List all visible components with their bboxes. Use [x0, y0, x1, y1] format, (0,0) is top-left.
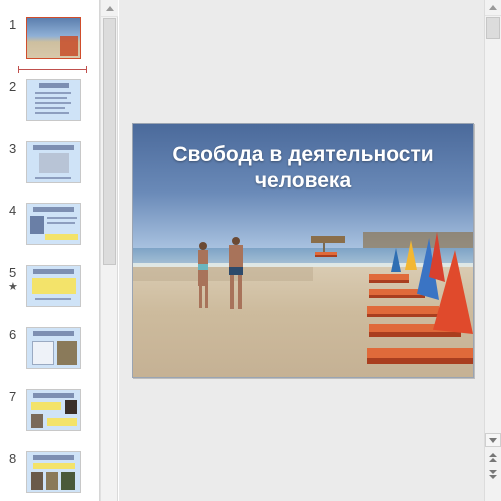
- lounger: [367, 306, 439, 317]
- thumb-title: [33, 207, 74, 212]
- person-swimsuit: [229, 267, 243, 275]
- thumb-title: [33, 331, 74, 336]
- person-head: [199, 242, 207, 250]
- previous-slide-button[interactable]: [485, 452, 501, 466]
- insertion-marker: [18, 66, 87, 73]
- slide-photo-wet-sand: [133, 267, 313, 281]
- slide-thumbnail-row-8[interactable]: 8: [0, 451, 100, 501]
- slide-thumbnail-5[interactable]: [26, 265, 81, 307]
- thumb-title: [33, 455, 74, 460]
- thumb-line: [35, 102, 71, 104]
- thumb-line: [35, 112, 69, 114]
- current-slide[interactable]: Свобода в деятельности человека: [132, 123, 474, 378]
- lounger: [369, 274, 409, 283]
- thumbnail-photo: [60, 36, 78, 56]
- person-swimsuit: [198, 264, 208, 270]
- chevron-up-icon[interactable]: [485, 0, 501, 16]
- thumb-highlight: [47, 418, 77, 426]
- person-body: [229, 245, 243, 269]
- thumb-highlight: [32, 278, 76, 294]
- slide-number: 6: [9, 327, 17, 342]
- thumb-title: [39, 83, 69, 88]
- slide-thumbnail-3[interactable]: [26, 141, 81, 183]
- thumbnail-scrollbar[interactable]: [100, 0, 118, 501]
- person-leg: [205, 284, 208, 308]
- thumb-picture: [46, 472, 58, 490]
- thumb-line: [47, 217, 77, 219]
- thumb-line: [35, 298, 71, 300]
- slide-number: 3: [9, 141, 17, 156]
- thumb-highlight: [33, 463, 75, 469]
- thumb-highlight: [45, 234, 78, 240]
- slide-thumbnail-row-6[interactable]: 6: [0, 327, 100, 377]
- slide-number: 1: [9, 17, 17, 32]
- thumb-highlight: [31, 402, 61, 410]
- thumb-picture: [57, 341, 77, 365]
- lounger: [369, 289, 425, 298]
- double-chevron-down-icon: [489, 470, 497, 474]
- slide-thumbnail-pane: 1 2 3 4 5 ★ 6 7 8: [0, 0, 100, 501]
- slide-area-scrollbar-thumb[interactable]: [486, 17, 500, 39]
- slide-title[interactable]: Свобода в деятельности человека: [143, 142, 463, 194]
- thumb-line: [35, 107, 65, 109]
- person-leg: [199, 284, 202, 308]
- lounger: [367, 348, 473, 364]
- slide-thumbnail-7[interactable]: [26, 389, 81, 431]
- star-icon: ★: [8, 281, 18, 293]
- thumb-picture: [32, 341, 54, 365]
- slide-thumbnail-row-5[interactable]: 5 ★: [0, 265, 100, 315]
- slide-thumbnail-8[interactable]: [26, 451, 81, 493]
- thumbnail-scrollbar-thumb[interactable]: [103, 18, 116, 265]
- slide-thumbnail-2[interactable]: [26, 79, 81, 121]
- thumb-title: [33, 145, 74, 150]
- person-head: [232, 237, 240, 245]
- thumb-picture: [65, 400, 77, 414]
- slide-thumbnail-4[interactable]: [26, 203, 81, 245]
- thumb-picture: [61, 472, 75, 490]
- slide-number: 7: [9, 389, 17, 404]
- double-chevron-up-icon: [489, 458, 497, 462]
- thumb-title: [33, 393, 74, 398]
- person-leg: [238, 275, 242, 309]
- double-chevron-up-icon: [489, 453, 497, 457]
- slide-thumbnail-row-3[interactable]: 3: [0, 141, 100, 191]
- thumb-title: [33, 269, 74, 274]
- slide-thumbnail-row-7[interactable]: 7: [0, 389, 100, 439]
- thumb-picture: [39, 153, 69, 173]
- slide-area-scrollbar[interactable]: [484, 0, 501, 501]
- slide-thumbnail-row-2[interactable]: 2: [0, 79, 100, 129]
- powerpoint-editor: 1 2 3 4 5 ★ 6 7 8 Свобода в деятельности…: [0, 0, 501, 501]
- thumb-line: [47, 222, 75, 224]
- slide-number: 4: [9, 203, 17, 218]
- thumb-picture: [31, 414, 43, 428]
- thumb-picture: [30, 216, 44, 234]
- slide-thumbnail-6[interactable]: [26, 327, 81, 369]
- slide-number: 8: [9, 451, 17, 466]
- slide-number: 5: [9, 265, 17, 280]
- double-chevron-down-icon: [489, 475, 497, 479]
- thumb-line: [35, 92, 71, 94]
- thumb-picture: [31, 472, 43, 490]
- lounger: [315, 252, 337, 257]
- next-slide-button[interactable]: [485, 468, 501, 482]
- slide-thumbnail-row-4[interactable]: 4: [0, 203, 100, 253]
- chevron-up-icon[interactable]: [101, 0, 118, 17]
- thumb-line: [35, 97, 67, 99]
- slide-thumbnail-1[interactable]: [26, 17, 81, 59]
- thumb-line: [35, 177, 71, 179]
- slide-thumbnail-row-1[interactable]: 1: [0, 17, 100, 67]
- shelter-roof: [311, 236, 345, 243]
- person-leg: [230, 275, 234, 309]
- slide-number: 2: [9, 79, 17, 94]
- chevron-down-icon[interactable]: [485, 433, 501, 447]
